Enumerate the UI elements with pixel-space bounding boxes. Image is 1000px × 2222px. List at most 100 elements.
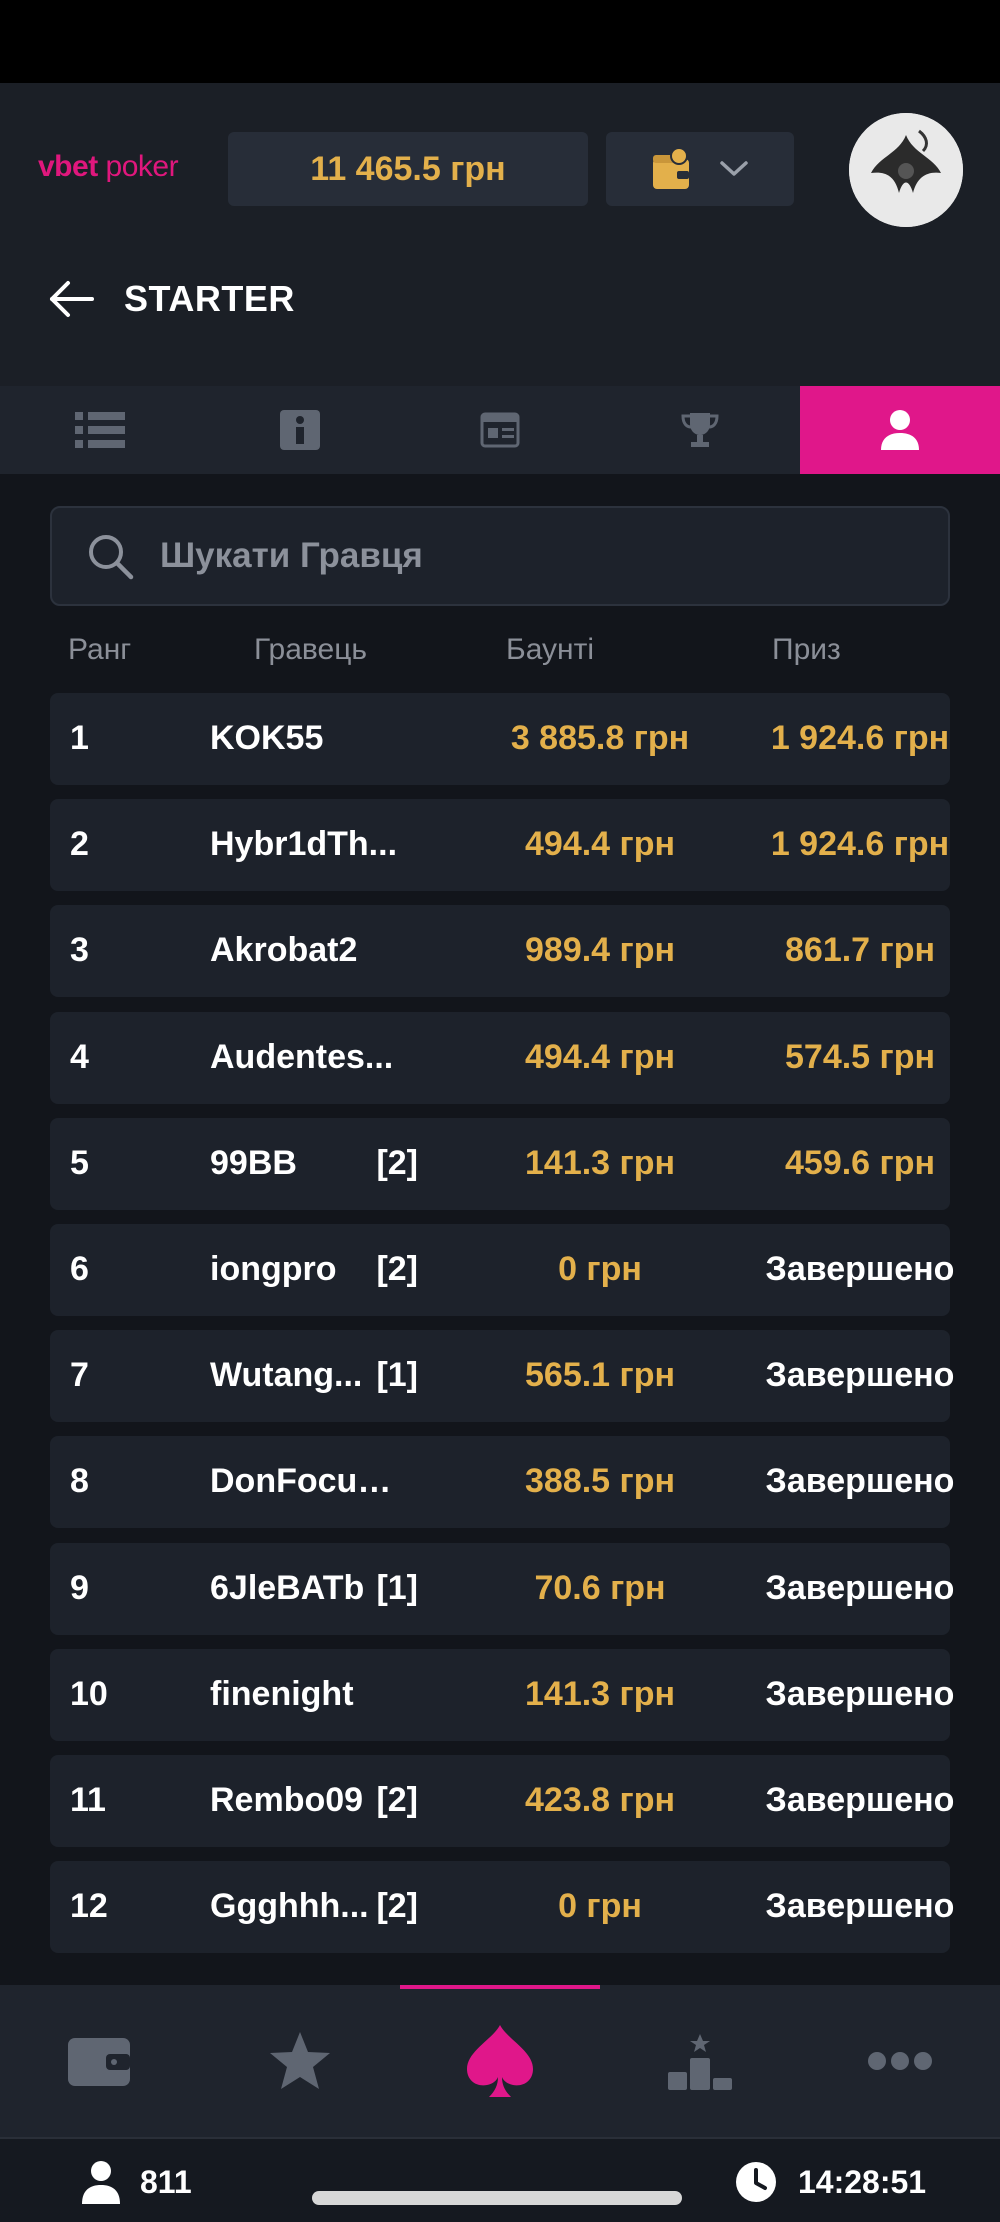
column-rank: Ранг (68, 633, 132, 666)
table-row[interactable]: 7 Wutang... [1] 565.1 грн Завершено (50, 1330, 954, 1423)
player-prize: Завершено (765, 1887, 955, 1926)
list-icon (75, 412, 125, 448)
player-name: Hybr1dTh... (210, 825, 398, 864)
table-row[interactable]: 12 Ggghhh... [2] 0 грн Завершено (50, 1861, 954, 1954)
info-icon (280, 410, 320, 450)
player-name: Ggghhh... (210, 1887, 369, 1926)
tab-players[interactable] (800, 386, 1000, 474)
player-rank: 7 (70, 1356, 89, 1395)
wallet-dropdown-button[interactable] (606, 132, 794, 206)
page-header: STARTER (48, 278, 295, 320)
player-reentries: [2] (376, 1780, 418, 1819)
player-prize: Завершено (765, 1568, 955, 1607)
player-name: Rembo09 (210, 1780, 364, 1819)
table-row[interactable]: 10 finenight 141.3 грн Завершено (50, 1648, 954, 1741)
tab-tickets[interactable] (400, 386, 600, 474)
player-reentries: [2] (376, 1887, 418, 1926)
player-name: KOK55 (210, 719, 324, 757)
player-name: DonFocuS... (210, 1462, 400, 1501)
player-name: Wutang... (210, 1356, 363, 1395)
player-rank: 8 (70, 1462, 89, 1501)
player-name: 6JleBATb (210, 1568, 365, 1607)
clock: 14:28:51 (734, 2160, 926, 2204)
player-prize: 459.6 грн (785, 1143, 935, 1182)
player-name: finenight (210, 1674, 354, 1713)
player-rank: 12 (70, 1887, 108, 1926)
table-row[interactable]: 6 iongpro [2] 0 грн Завершено (50, 1223, 954, 1316)
table-row[interactable]: 8 DonFocuS... 388.5 грн Завершено (50, 1436, 954, 1529)
player-prize: Завершено (765, 1674, 955, 1713)
player-rank: 4 (70, 1037, 89, 1076)
search-icon (89, 535, 134, 580)
search-input[interactable] (160, 536, 860, 576)
player-name: iongpro (210, 1249, 337, 1288)
column-bounty: Баунті (506, 633, 595, 666)
wallet-icon (653, 147, 689, 189)
player-name: Akrobat2 (210, 931, 358, 970)
tab-info[interactable] (200, 386, 400, 474)
player-prize: Завершено (765, 1356, 955, 1395)
player-prize: 574.5 грн (785, 1037, 935, 1076)
trophy-icon (681, 413, 719, 447)
table-row[interactable]: 3 Akrobat2 989.4 грн 861.7 грн (50, 905, 950, 998)
player-rank: 6 (70, 1249, 89, 1288)
table-row[interactable]: 11 Rembo09 [2] 423.8 грн Завершено (50, 1754, 954, 1847)
player-reentries: [2] (376, 1249, 418, 1288)
tab-list[interactable] (0, 386, 200, 474)
tournament-tabs (0, 386, 1000, 474)
player-reentries: [2] (376, 1143, 418, 1182)
chevron-down-icon (720, 161, 748, 176)
nav-more[interactable] (800, 1985, 1000, 2137)
player-search[interactable] (50, 506, 950, 606)
online-count: 811 (140, 2163, 192, 2200)
column-prize: Приз (772, 633, 841, 666)
player-reentries: [1] (376, 1568, 418, 1607)
column-player: Гравець (254, 633, 368, 666)
clock-icon (736, 2162, 776, 2202)
more-icon (868, 2052, 932, 2070)
current-time: 14:28:51 (798, 2163, 927, 2200)
nav-cashier[interactable] (0, 1985, 200, 2137)
vbet-poker-logo[interactable]: vbet poker (38, 150, 179, 184)
table-row[interactable]: 9 6JleBATb [1] 70.6 грн Завершено (50, 1542, 954, 1635)
table-header: Ранг Гравець Баунті Приз (50, 628, 950, 678)
star-icon (270, 2032, 330, 2089)
player-rank: 2 (70, 825, 89, 864)
player-prize: Завершено (765, 1780, 955, 1819)
table-row[interactable]: 1 KOK55 3 885.8 грн 1 924.6 грн (50, 693, 950, 785)
players-table: 1 KOK55 3 885.8 грн 1 924.6 грн 2 Hybr1dTh...… (50, 693, 954, 1967)
balance-display[interactable]: 11 465.5 грн (228, 132, 588, 206)
top-bar (0, 83, 1000, 388)
nav-favorites[interactable] (200, 1985, 400, 2137)
table-row[interactable]: 5 99BB [2] 141.3 грн 459.6 грн (50, 1117, 950, 1210)
player-name: 99BB (210, 1143, 297, 1182)
tab-prizes[interactable] (600, 386, 800, 474)
player-rank: 3 (70, 931, 89, 970)
avatar-image (849, 113, 963, 227)
wallet-icon (68, 2038, 130, 2086)
ticket-icon (480, 412, 520, 448)
player-prize: 1 924.6 грн (770, 719, 950, 757)
balance-amount: 11 465.5 грн (310, 149, 506, 188)
nav-leaderboard[interactable] (600, 1985, 800, 2137)
player-rank: 1 (70, 719, 89, 757)
avatar[interactable] (849, 113, 963, 227)
home-indicator[interactable] (312, 2191, 682, 2205)
back-arrow-icon[interactable] (48, 279, 94, 319)
table-row[interactable]: 2 Hybr1dTh... 494.4 грн 1 924.6 грн (50, 799, 950, 892)
player-reentries: [1] (376, 1356, 418, 1395)
page-title: STARTER (124, 278, 295, 319)
bottom-navigation (0, 1985, 1000, 2137)
leaderboard-icon (668, 2034, 732, 2090)
player-prize: Завершено (765, 1249, 955, 1288)
user-icon (82, 2161, 120, 2204)
table-row[interactable]: 4 Audentes... 494.4 грн 574.5 грн (50, 1011, 950, 1104)
player-rank: 9 (70, 1568, 89, 1607)
status-bar (0, 0, 1000, 83)
online-players: 811 (82, 2160, 192, 2204)
player-prize: 861.7 грн (785, 931, 935, 970)
nav-poker[interactable] (400, 1985, 600, 2137)
player-rank: 5 (70, 1143, 89, 1182)
player-prize: Завершено (765, 1462, 955, 1501)
spade-icon (467, 2025, 533, 2097)
